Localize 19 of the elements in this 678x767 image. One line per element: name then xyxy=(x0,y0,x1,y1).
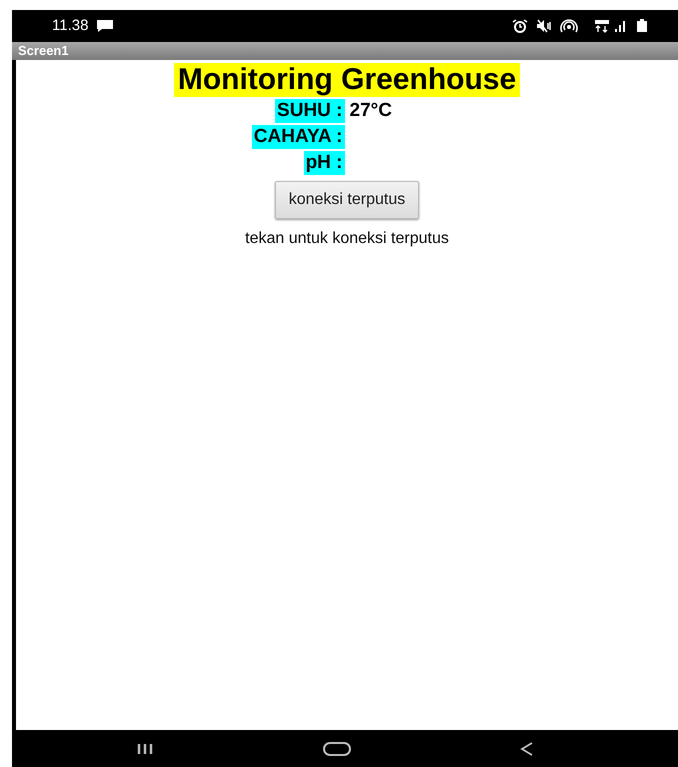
status-time: 11.38 xyxy=(52,16,88,36)
reading-value: 27°C xyxy=(350,99,393,123)
reading-label: pH : xyxy=(304,151,344,175)
alarm-icon xyxy=(512,19,528,33)
back-icon[interactable] xyxy=(520,740,534,756)
connection-button[interactable]: koneksi terputus xyxy=(274,181,420,219)
recents-icon[interactable] xyxy=(136,742,154,756)
status-text: tekan untuk koneksi terputus xyxy=(245,229,449,249)
message-icon xyxy=(96,19,114,33)
mute-icon xyxy=(536,19,552,33)
network-icon xyxy=(594,19,610,33)
battery-icon xyxy=(636,19,648,33)
signal-icon xyxy=(614,19,628,33)
reading-label: SUHU : xyxy=(275,99,344,123)
home-icon[interactable] xyxy=(322,740,352,756)
app-heading: Monitoring Greenhouse xyxy=(174,63,520,97)
screen-title: Screen1 xyxy=(12,42,678,60)
reading-label: CAHAYA : xyxy=(252,125,344,149)
hotspot-icon xyxy=(560,19,578,33)
